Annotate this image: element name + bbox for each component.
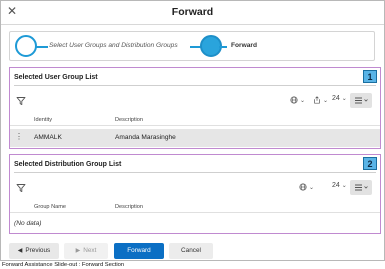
divider bbox=[10, 125, 380, 126]
previous-label: Previous bbox=[25, 247, 51, 254]
step-1-circle[interactable] bbox=[15, 35, 37, 57]
filter-icon[interactable] bbox=[16, 96, 26, 106]
column-header[interactable]: Group Name bbox=[34, 204, 66, 210]
step-2-label[interactable]: Forward bbox=[231, 42, 257, 49]
export-dropdown[interactable]: ⌄ bbox=[313, 96, 333, 106]
chevron-down-icon: ⌄ bbox=[341, 96, 347, 102]
view-menu-button[interactable] bbox=[350, 180, 372, 195]
step-connector bbox=[219, 46, 227, 48]
page-size-dropdown[interactable]: 24 ⌄ bbox=[332, 182, 347, 194]
user-group-list-section: Selected User Group List 1 ⌄ ⌄ 24 ⌄ Iden… bbox=[9, 67, 381, 149]
filter-icon[interactable] bbox=[16, 183, 26, 193]
step-connector bbox=[35, 46, 48, 48]
column-header[interactable]: Description bbox=[115, 204, 143, 210]
divider bbox=[10, 212, 380, 213]
divider bbox=[14, 85, 376, 86]
divider bbox=[14, 172, 376, 173]
export-icon bbox=[314, 96, 320, 104]
chevron-down-icon: ⌄ bbox=[299, 97, 305, 104]
section-title: Selected User Group List bbox=[14, 74, 98, 81]
list-icon bbox=[355, 97, 368, 104]
page: ✕ Forward Select User Groups and Distrib… bbox=[0, 0, 385, 269]
footer-actions: ◀ Previous ▶ Next Forward Cancel bbox=[1, 241, 384, 261]
column-header[interactable]: Identity bbox=[34, 117, 52, 123]
page-size-value: 24 bbox=[332, 95, 340, 102]
next-button[interactable]: ▶ Next bbox=[64, 243, 108, 259]
empty-state-text: (No data) bbox=[14, 220, 42, 227]
distribution-group-list-section: Selected Distribution Group List 2 ⌄ 24 … bbox=[9, 154, 381, 234]
cell-identity: AMMALK bbox=[34, 134, 62, 141]
forward-button[interactable]: Forward bbox=[114, 243, 164, 259]
row-actions-icon[interactable]: ⋮ bbox=[15, 132, 23, 141]
view-menu-button[interactable] bbox=[350, 93, 372, 108]
chevron-down-icon: ⌄ bbox=[322, 97, 328, 104]
cancel-button[interactable]: Cancel bbox=[169, 243, 213, 259]
figure-caption: Forward Assistance Slide-out : Forward S… bbox=[2, 262, 125, 268]
globe-dropdown[interactable]: ⌄ bbox=[290, 96, 310, 106]
forward-slideout-panel: ✕ Forward Select User Groups and Distrib… bbox=[0, 0, 385, 261]
chevron-down-icon: ⌄ bbox=[308, 184, 314, 191]
table-row[interactable]: ⋮ AMMALK Amanda Marasinghe bbox=[10, 129, 380, 147]
caret-left-icon: ◀ bbox=[17, 248, 23, 254]
step-1-label[interactable]: Select User Groups and Distribution Grou… bbox=[49, 42, 178, 49]
wizard-stepper: Select User Groups and Distribution Grou… bbox=[9, 31, 375, 61]
previous-button[interactable]: ◀ Previous bbox=[9, 243, 59, 259]
section-badge: 1 bbox=[363, 70, 377, 83]
page-size-dropdown[interactable]: 24 ⌄ bbox=[332, 95, 347, 107]
column-header[interactable]: Description bbox=[115, 117, 143, 123]
section-title: Selected Distribution Group List bbox=[14, 161, 122, 168]
slideout-header: ✕ Forward bbox=[1, 1, 384, 25]
page-size-value: 24 bbox=[332, 182, 340, 189]
globe-icon bbox=[290, 96, 298, 104]
section-badge: 2 bbox=[363, 157, 377, 170]
cell-description: Amanda Marasinghe bbox=[115, 134, 176, 141]
globe-icon bbox=[299, 183, 307, 191]
globe-dropdown[interactable]: ⌄ bbox=[299, 183, 319, 193]
next-label: Next bbox=[83, 247, 97, 254]
chevron-down-icon: ⌄ bbox=[341, 183, 347, 189]
list-icon bbox=[355, 184, 368, 191]
page-title: Forward bbox=[171, 6, 214, 18]
caret-right-icon: ▶ bbox=[75, 248, 81, 254]
